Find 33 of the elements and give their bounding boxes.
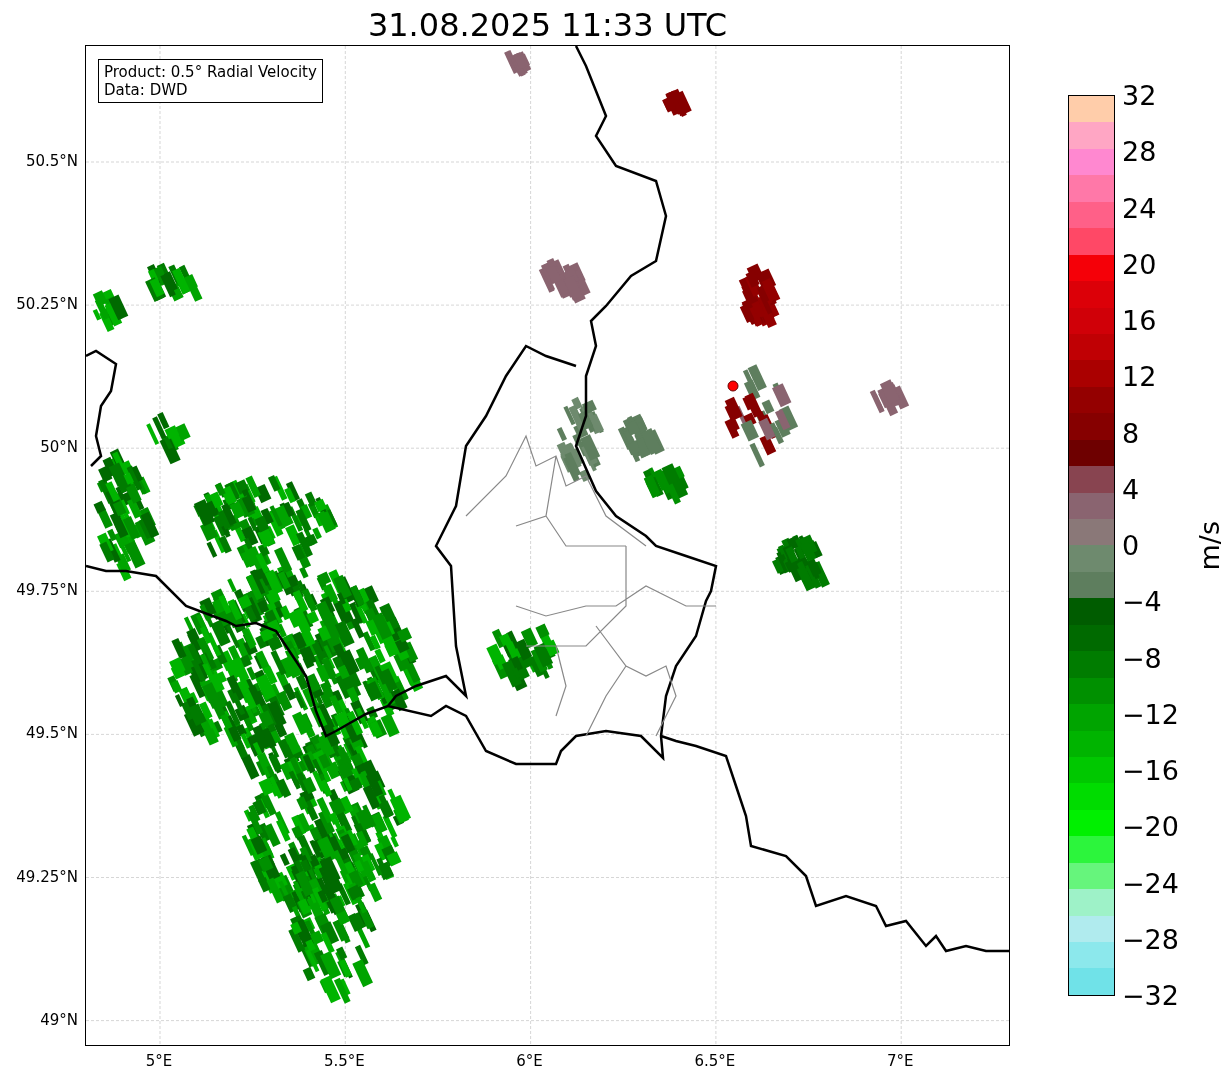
axis-tick-label: 50°N [40, 438, 78, 457]
axis-tick-label: 50.5°N [25, 152, 78, 170]
colorbar-tick-label: −20 [1122, 812, 1179, 840]
colorbar-tick-label: −28 [1122, 925, 1179, 953]
colorbar-tick-label: 4 [1122, 475, 1140, 503]
colorbar-tick-label: −12 [1122, 700, 1179, 728]
colorbar-tick-label: 12 [1122, 362, 1157, 390]
axis-tick-label: 7°E [886, 1052, 914, 1070]
axis-tick-label: 49.75°N [16, 581, 78, 600]
axis-tick-label: 5.5°E [323, 1052, 365, 1070]
info-text: Product: 0.5° Radial Velocity [104, 63, 317, 81]
colorbar-tick-label: 32 [1122, 81, 1157, 109]
colorbar-tick-label: 16 [1122, 306, 1157, 334]
axis-tick-label: 49°N [40, 1010, 78, 1029]
colorbar-tick-label: −16 [1122, 756, 1179, 784]
colorbar-tick-label: 0 [1122, 531, 1140, 559]
colorbar-tick-label: 8 [1122, 419, 1140, 446]
axis-tick-label: 6.5°E [694, 1052, 736, 1070]
colorbar-tick-label: 20 [1122, 250, 1157, 278]
axis-tick-label: 6°E [516, 1052, 543, 1070]
axis-tick-label: 5°E [145, 1052, 173, 1070]
colorbar-tick-label: −32 [1122, 981, 1179, 1009]
colorbar-tick-label: 28 [1122, 137, 1157, 165]
axis-tick-label: 50.25°N [16, 295, 78, 314]
colorbar-tick-label: 24 [1122, 194, 1157, 221]
colorbar-tick-label: −24 [1122, 869, 1179, 896]
colorbar-label: m/s [1194, 520, 1225, 571]
axis-tick-label: 49.5°N [25, 724, 78, 743]
chart-title: 31.08.2025 11:33 UTC [366, 9, 729, 45]
colorbar-tick-label: −4 [1122, 587, 1162, 615]
info-text: Data: DWD [104, 81, 189, 99]
colorbar-tick-label: −8 [1122, 644, 1162, 671]
axis-tick-label: 49.25°N [16, 867, 78, 886]
